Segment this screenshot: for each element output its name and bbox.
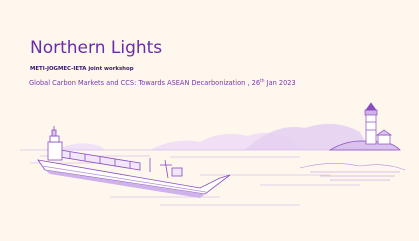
event-headline: Global Carbon Markets and CCS: Towards A… bbox=[29, 79, 296, 87]
background-hills bbox=[55, 123, 370, 150]
ship-icon bbox=[37, 126, 231, 198]
page-title: Northern Lights bbox=[30, 38, 163, 58]
headline-date-tail: Jan 2023 bbox=[264, 79, 296, 87]
headline-text: Global Carbon Markets and CCS: Towards A… bbox=[29, 79, 261, 87]
workshop-subtitle: METI-JOGMEC-IETA joint workshop bbox=[30, 66, 134, 72]
ship-lighthouse-artwork bbox=[20, 102, 406, 206]
shore-rocks bbox=[299, 163, 406, 181]
title-slide: Northern Lights METI-JOGMEC-IETA joint w… bbox=[0, 0, 419, 241]
